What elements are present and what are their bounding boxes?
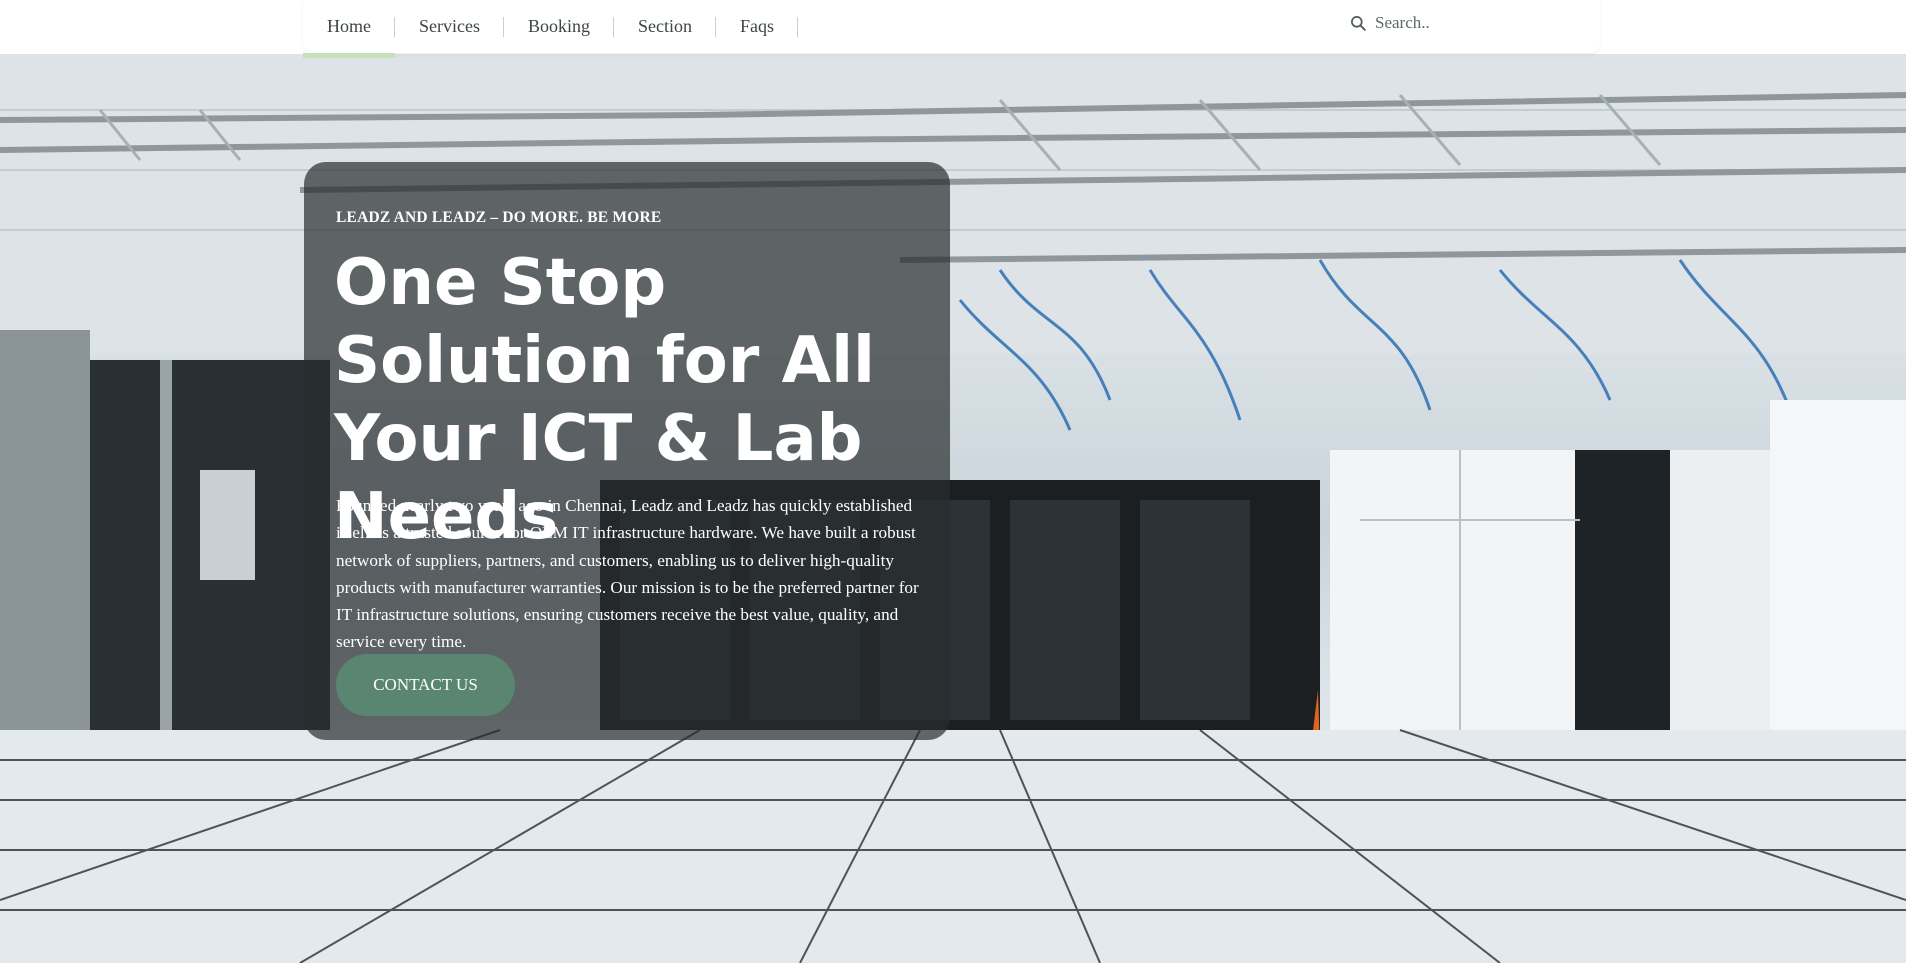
nav-item-label: Section: [638, 16, 692, 36]
nav-item-home[interactable]: Home: [303, 4, 395, 58]
nav-item-label: Faqs: [740, 16, 775, 36]
top-bar: Home Services Booking Section Faqs: [0, 0, 1906, 58]
nav-item-label: Booking: [527, 16, 590, 36]
search-box: [1350, 8, 1580, 38]
nav-item-services[interactable]: Services: [395, 4, 504, 50]
hero-eyebrow: LEADZ AND LEADZ – DO MORE. BE MORE: [336, 209, 662, 226]
main-nav: Home Services Booking Section Faqs: [303, 0, 1600, 58]
search-input[interactable]: [1373, 12, 1563, 34]
nav-item-section[interactable]: Section: [614, 4, 716, 50]
nav-item-label: Home: [327, 16, 371, 36]
nav-item-faqs[interactable]: Faqs: [716, 4, 799, 50]
contact-us-button[interactable]: CONTACT US: [336, 654, 515, 716]
nav-item-booking[interactable]: Booking: [504, 4, 615, 50]
nav-item-label: Services: [419, 16, 480, 36]
search-icon[interactable]: [1350, 15, 1367, 32]
hero-intro-text: Founded nearly two years ago in Chennai,…: [336, 496, 919, 652]
